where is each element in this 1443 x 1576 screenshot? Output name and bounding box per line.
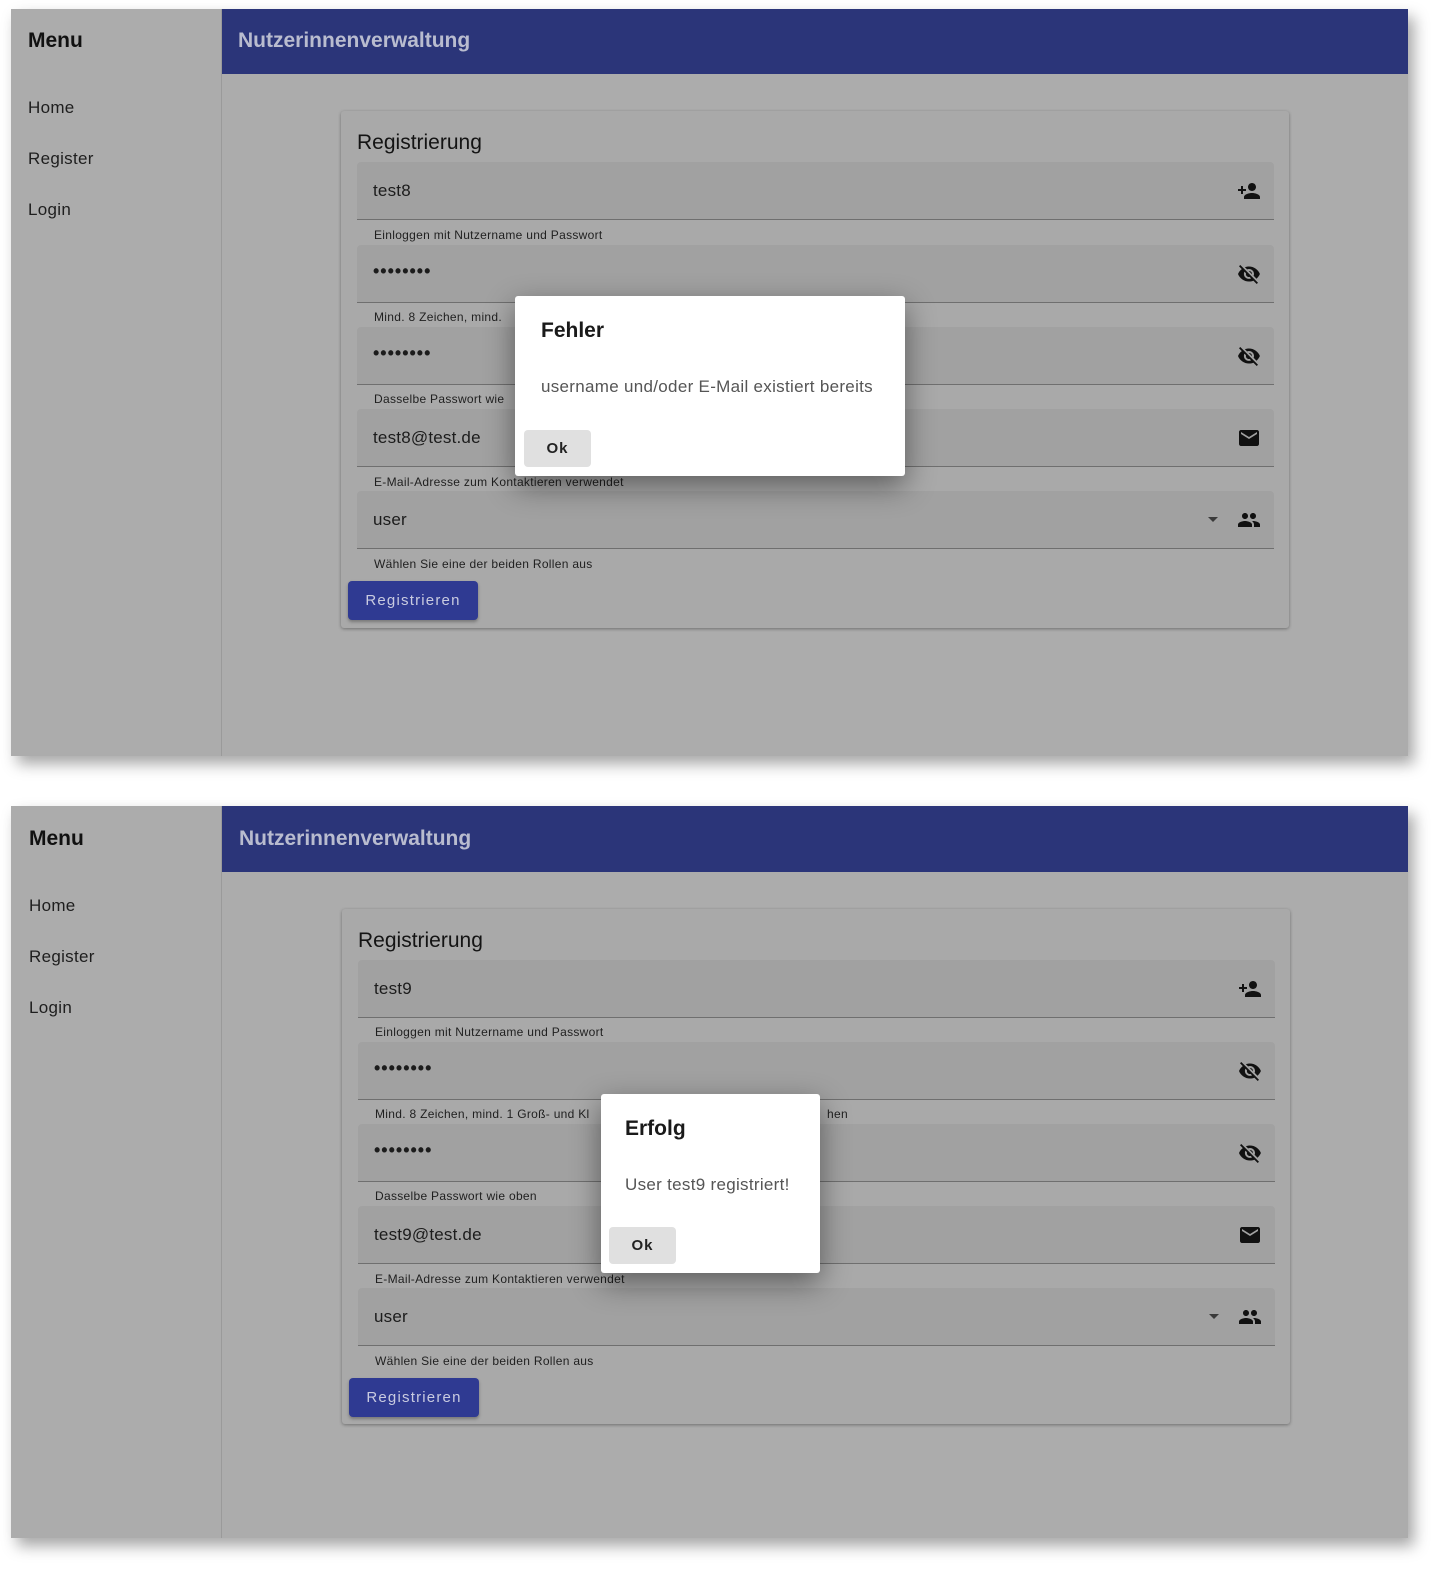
dropdown-arrow-icon[interactable] xyxy=(1209,1314,1219,1319)
password-hint: Mind. 8 Zeichen, mind. 1 Groß- und Kl xyxy=(375,1107,590,1121)
card-title: Registrierung xyxy=(358,929,483,952)
nav-item-home[interactable]: Home xyxy=(28,98,75,118)
password-confirm-hint: Dasselbe Passwort wie xyxy=(374,392,505,406)
email-value: test9@test.de xyxy=(374,1225,482,1244)
username-field[interactable]: test9 xyxy=(358,960,1275,1018)
password-field[interactable]: •••••••• xyxy=(357,245,1274,303)
username-hint: Einloggen mit Nutzername und Passwort xyxy=(374,228,603,242)
username-field[interactable]: test8 xyxy=(357,162,1274,220)
password-confirm-value: •••••••• xyxy=(373,343,432,363)
password-hint: Mind. 8 Zeichen, mind. xyxy=(374,310,502,324)
card-title: Registrierung xyxy=(357,131,482,154)
person-add-icon xyxy=(1238,183,1260,199)
sidebar: Menu Home Register Login xyxy=(11,806,222,1538)
visibility-off-icon[interactable] xyxy=(1236,262,1262,286)
role-hint: Wählen Sie eine der beiden Rollen aus xyxy=(375,1354,594,1368)
people-icon xyxy=(1238,513,1260,527)
sidebar: Menu Home Register Login xyxy=(11,9,222,756)
username-hint: Einloggen mit Nutzername und Passwort xyxy=(375,1025,604,1039)
app-title: Nutzerinnenverwaltung xyxy=(239,827,472,850)
dialog-message: User test9 registriert! xyxy=(625,1175,790,1194)
toolbar: Nutzerinnenverwaltung xyxy=(222,806,1408,872)
visibility-off-icon[interactable] xyxy=(1237,1141,1263,1165)
nav-item-register[interactable]: Register xyxy=(29,947,95,967)
person-add-icon xyxy=(1239,981,1261,997)
role-select[interactable]: user xyxy=(358,1288,1275,1346)
email-hint: E-Mail-Adresse zum Kontaktieren verwende… xyxy=(375,1272,625,1286)
visibility-off-icon[interactable] xyxy=(1236,344,1262,368)
username-value: test8 xyxy=(373,181,411,200)
app-screen-error: Menu Home Register Login Nutzerinnenverw… xyxy=(11,9,1408,756)
menu-title: Menu xyxy=(29,827,84,850)
register-button[interactable]: Registrieren xyxy=(348,581,478,620)
username-value: test9 xyxy=(374,979,412,998)
password-field[interactable]: •••••••• xyxy=(358,1042,1275,1100)
app-screen-success: Menu Home Register Login Nutzerinnenverw… xyxy=(11,806,1408,1538)
app-title: Nutzerinnenverwaltung xyxy=(238,29,471,52)
password-hint-tail: hen xyxy=(827,1107,848,1121)
success-dialog: Erfolg User test9 registriert! Ok xyxy=(601,1094,820,1273)
register-button[interactable]: Registrieren xyxy=(349,1378,479,1417)
role-value: user xyxy=(374,1307,408,1326)
dropdown-arrow-icon[interactable] xyxy=(1208,517,1218,522)
dialog-title: Fehler xyxy=(541,319,605,342)
nav-item-register[interactable]: Register xyxy=(28,149,94,169)
role-hint: Wählen Sie eine der beiden Rollen aus xyxy=(374,557,593,571)
nav-item-login[interactable]: Login xyxy=(28,200,71,220)
dialog-message: username und/oder E-Mail existiert berei… xyxy=(541,377,873,396)
nav-item-home[interactable]: Home xyxy=(29,896,76,916)
dialog-ok-button[interactable]: Ok xyxy=(609,1227,676,1264)
toolbar: Nutzerinnenverwaltung xyxy=(222,9,1408,74)
people-icon xyxy=(1239,1310,1261,1324)
dialog-ok-button[interactable]: Ok xyxy=(524,430,591,467)
role-select[interactable]: user xyxy=(357,491,1274,549)
visibility-off-icon[interactable] xyxy=(1237,1059,1263,1083)
role-value: user xyxy=(373,510,407,529)
mail-icon xyxy=(1239,430,1259,446)
dialog-title: Erfolg xyxy=(625,1117,686,1140)
password-value: •••••••• xyxy=(374,1058,433,1078)
menu-title: Menu xyxy=(28,29,83,52)
mail-icon xyxy=(1240,1227,1260,1243)
password-confirm-hint: Dasselbe Passwort wie oben xyxy=(375,1189,537,1203)
error-dialog: Fehler username und/oder E-Mail existier… xyxy=(515,296,905,476)
password-confirm-value: •••••••• xyxy=(374,1140,433,1160)
email-hint: E-Mail-Adresse zum Kontaktieren verwende… xyxy=(374,475,624,489)
nav-item-login[interactable]: Login xyxy=(29,998,72,1018)
password-value: •••••••• xyxy=(373,261,432,281)
email-value: test8@test.de xyxy=(373,428,481,447)
